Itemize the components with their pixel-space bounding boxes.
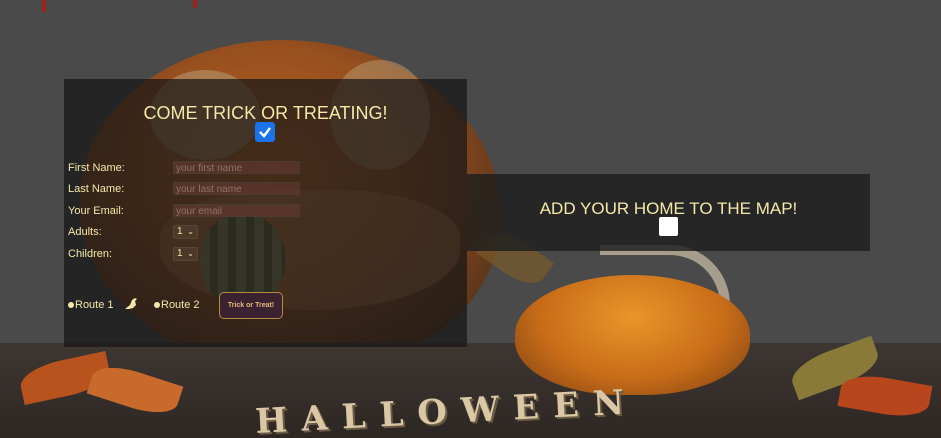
adults-label: Adults: bbox=[68, 226, 102, 238]
first-name-label: First Name: bbox=[68, 162, 125, 174]
trick-or-treat-form: COME TRICK OR TREATING! First Name: your… bbox=[64, 79, 467, 347]
email-input[interactable]: your email bbox=[173, 204, 300, 217]
blood-drip bbox=[193, 0, 197, 8]
map-title: ADD YOUR HOME TO THE MAP! bbox=[539, 199, 798, 218]
email-label: Your Email: bbox=[68, 205, 124, 217]
adults-value: 1 bbox=[177, 226, 183, 237]
radio-dot-icon bbox=[154, 302, 160, 308]
chevron-down-icon: ⌄ bbox=[187, 227, 194, 236]
last-name-label: Last Name: bbox=[68, 183, 125, 195]
last-name-input[interactable]: your last name bbox=[173, 182, 300, 195]
bird-icon bbox=[125, 298, 137, 309]
form-title: COME TRICK OR TREATING! bbox=[143, 103, 388, 123]
route-2-label: Route 2 bbox=[161, 299, 200, 311]
children-value: 1 bbox=[177, 248, 183, 259]
radio-dot-icon bbox=[68, 302, 74, 308]
checkmark-icon bbox=[259, 127, 271, 138]
chevron-down-icon: ⌄ bbox=[187, 249, 194, 258]
blood-drip bbox=[42, 0, 46, 12]
first-name-input[interactable]: your first name bbox=[173, 161, 300, 174]
form-checkbox[interactable] bbox=[255, 122, 275, 142]
route-1-option[interactable]: Route 1 bbox=[68, 299, 114, 311]
route-2-option[interactable]: Route 2 bbox=[154, 299, 200, 311]
route-1-label: Route 1 bbox=[75, 299, 114, 311]
small-pumpkin-image bbox=[515, 275, 750, 395]
add-home-panel: ADD YOUR HOME TO THE MAP! bbox=[467, 174, 870, 251]
adults-select[interactable]: 1 ⌄ bbox=[173, 225, 198, 239]
children-select[interactable]: 1 ⌄ bbox=[173, 247, 198, 261]
trick-or-treat-button[interactable]: Trick or Treat! bbox=[219, 292, 283, 319]
map-checkbox[interactable] bbox=[659, 217, 678, 236]
children-label: Children: bbox=[68, 248, 113, 260]
